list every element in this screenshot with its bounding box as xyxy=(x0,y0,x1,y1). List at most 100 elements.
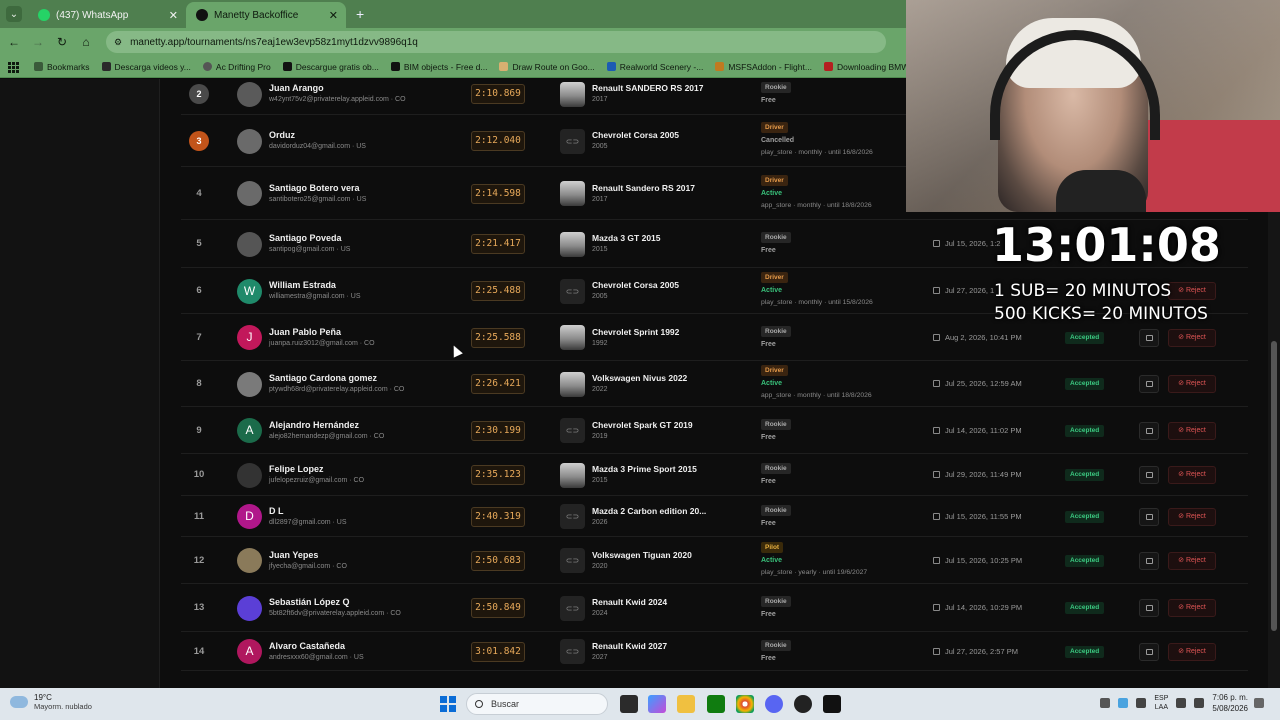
bookmark-favicon-icon xyxy=(823,62,833,71)
game-app-icon[interactable] xyxy=(823,695,841,713)
reject-button[interactable]: ⊘ Reject xyxy=(1168,507,1216,526)
rank-number: 12 xyxy=(193,554,205,566)
avatar xyxy=(237,548,262,573)
video-icon xyxy=(1146,472,1153,478)
chrome-icon[interactable] xyxy=(736,695,754,713)
bookmark-favicon-icon xyxy=(390,62,400,71)
user-email: andresxxx60@gmail.com · US xyxy=(269,653,364,661)
car-year: 2019 xyxy=(592,432,608,440)
sidebar xyxy=(0,79,160,688)
tab-whatsapp[interactable]: (437) WhatsApp ✕ xyxy=(28,2,186,28)
reject-button[interactable]: ⊘ Reject xyxy=(1168,599,1216,617)
bookmark-item[interactable]: Bookmarks xyxy=(34,62,90,72)
view-video-button[interactable] xyxy=(1139,507,1159,526)
view-video-button[interactable] xyxy=(1139,375,1159,393)
reload-icon[interactable]: ↻ xyxy=(52,35,72,49)
leaderboard-row: 9 A Alejandro Hernández alejo82hernandezp@g… xyxy=(181,407,1248,454)
view-video-button[interactable] xyxy=(1139,421,1159,440)
file-explorer-icon[interactable] xyxy=(677,695,695,713)
reject-button[interactable]: ⊘ Reject xyxy=(1168,421,1216,440)
user-email: dll2897@gmail.com · US xyxy=(269,518,347,526)
scrollbar-thumb[interactable] xyxy=(1271,341,1277,631)
bookmark-favicon-icon xyxy=(101,62,111,71)
volume-icon[interactable] xyxy=(1194,698,1205,708)
bookmark-item[interactable]: Ac Drifting Pro xyxy=(202,62,271,72)
status-badge: Accepted xyxy=(1065,469,1105,481)
calendar-icon xyxy=(933,512,940,520)
reject-button[interactable]: ⊘ Reject xyxy=(1168,375,1216,393)
close-tab-icon[interactable]: ✕ xyxy=(329,9,338,22)
bookmark-item[interactable]: Downloading BMW... xyxy=(823,61,916,72)
car-thumbnail xyxy=(560,371,585,397)
discord-icon[interactable] xyxy=(765,695,783,713)
submission-date-text: Jul 14, 2026, 11:02 PM xyxy=(945,425,1022,435)
close-tab-icon[interactable]: ✕ xyxy=(169,9,178,22)
lap-time: 2:50.849 xyxy=(471,598,525,618)
language-indicator[interactable]: ESP LAA xyxy=(1154,694,1168,712)
lap-time: 2:12.040 xyxy=(471,131,525,151)
car-name: Renault Kwid 2024 xyxy=(592,597,668,607)
user-name: Juan Pablo Peña xyxy=(269,326,342,337)
bookmark-label: Downloading BMW... xyxy=(836,61,916,72)
view-video-button[interactable] xyxy=(1139,642,1159,661)
clock-date: 5/08/2026 xyxy=(1212,704,1248,713)
avatar: A xyxy=(237,639,262,664)
forward-icon[interactable]: → xyxy=(28,35,48,49)
status-badge: Accepted xyxy=(1065,510,1105,523)
view-video-button[interactable] xyxy=(1139,551,1159,570)
car-name: Chevrolet Corsa 2005 xyxy=(592,280,679,290)
reject-label: Reject xyxy=(1185,604,1206,611)
reject-button[interactable]: ⊘ Reject xyxy=(1168,282,1216,300)
subscription-status: Active xyxy=(761,189,783,197)
reject-button[interactable]: ⊘ Reject xyxy=(1168,642,1216,661)
site-info-icon[interactable]: ⚙ xyxy=(114,37,122,48)
tier-badge: Rookie xyxy=(761,82,791,93)
microphone-icon[interactable] xyxy=(1136,698,1147,708)
view-video-button[interactable] xyxy=(1139,599,1159,617)
app-icon[interactable] xyxy=(794,695,812,713)
view-video-button[interactable] xyxy=(1139,328,1159,347)
bookmark-item[interactable]: Draw Route on Goo... xyxy=(499,62,595,72)
taskbar-clock[interactable]: 7:06 p. m. 5/08/2026 xyxy=(1212,692,1248,714)
taskbar-search[interactable]: Buscar xyxy=(466,693,608,715)
tab-manetty-backoffice[interactable]: Manetty Backoffice ✕ xyxy=(186,2,346,28)
bookmark-item[interactable]: BIM objects - Free d... xyxy=(390,61,488,72)
reject-button[interactable]: ⊘ Reject xyxy=(1168,466,1216,484)
weather-widget[interactable]: 19°C Mayorm. nublado xyxy=(10,693,92,711)
system-tray: ESP LAA 7:06 p. m. 5/08/2026 xyxy=(1100,692,1272,714)
bookmark-item[interactable]: Realworld Scenery -... xyxy=(606,62,703,72)
user-name: Santiago Poveda xyxy=(269,233,342,243)
bookmark-favicon-icon xyxy=(499,62,509,71)
tab-search-menu[interactable]: ⌄ xyxy=(6,6,22,22)
home-icon[interactable]: ⌂ xyxy=(76,35,96,49)
submission-date: Jul 15, 2026, 1:2 xyxy=(933,239,1000,248)
reject-icon: ⊘ xyxy=(1178,287,1186,294)
reject-button[interactable]: ⊘ Reject xyxy=(1168,328,1216,347)
subscription-status: Active xyxy=(761,287,783,294)
bookmark-item[interactable]: Descarga videos y... xyxy=(101,62,191,72)
user-email: santibotero25@gmail.com · US xyxy=(269,195,367,203)
car-name: Volkswagen Tiguan 2020 xyxy=(592,549,692,560)
onedrive-icon[interactable] xyxy=(1118,698,1129,708)
bookmark-item[interactable]: MSFSAddon - Flight... xyxy=(715,62,812,72)
bookmark-item[interactable]: Descargue gratis ob... xyxy=(282,62,379,72)
new-tab-button[interactable]: + xyxy=(356,6,364,22)
notifications-icon[interactable] xyxy=(1254,698,1264,708)
reject-label: Reject xyxy=(1185,512,1206,520)
apps-grid-icon[interactable] xyxy=(8,61,19,73)
view-video-button[interactable] xyxy=(1139,466,1159,484)
task-view-icon[interactable] xyxy=(620,695,638,713)
windows-start-icon[interactable] xyxy=(440,696,456,712)
submission-date-text: Jul 15, 2026, 11:55 PM xyxy=(945,511,1022,521)
xbox-icon[interactable] xyxy=(707,695,725,713)
wifi-icon[interactable] xyxy=(1176,698,1187,708)
chevron-up-icon[interactable] xyxy=(1100,698,1111,708)
user-name: William Estrada xyxy=(269,280,336,290)
copilot-icon[interactable] xyxy=(648,695,666,713)
address-bar[interactable]: ⚙ manetty.app/tournaments/ns7eaj1ew3evp5… xyxy=(106,31,886,53)
reject-button[interactable]: ⊘ Reject xyxy=(1168,551,1216,570)
car-name: Mazda 3 Prime Sport 2015 xyxy=(592,464,697,474)
back-icon[interactable]: ← xyxy=(4,35,24,49)
rank-number: 11 xyxy=(193,510,205,522)
bookmark-label: BIM objects - Free d... xyxy=(403,61,488,72)
